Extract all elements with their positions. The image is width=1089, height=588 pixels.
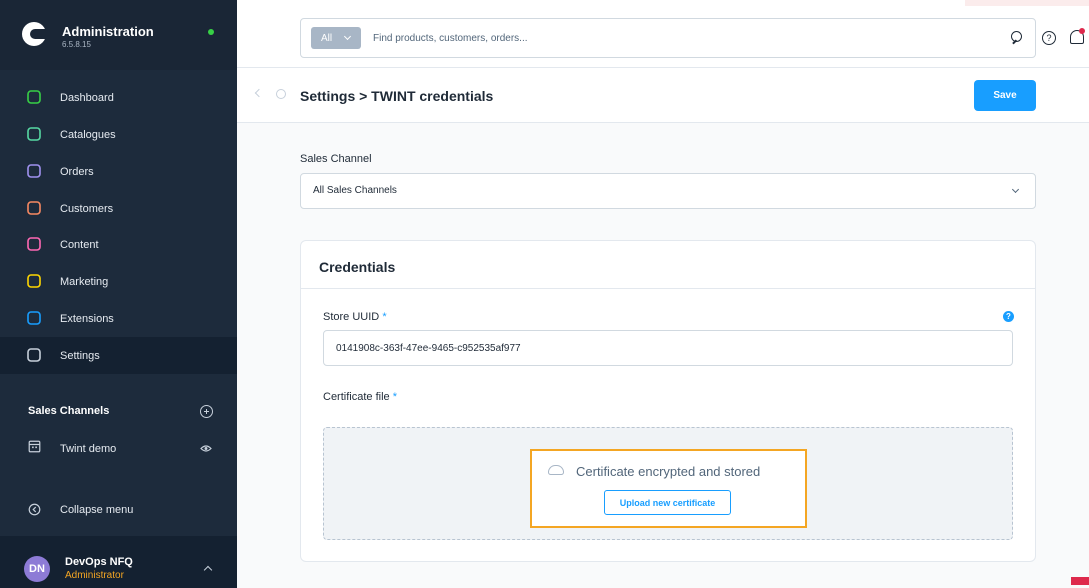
required-mark: * bbox=[392, 391, 397, 403]
sales-channel-label: Sales Channel bbox=[300, 153, 372, 165]
brand-title: Administration bbox=[62, 24, 154, 39]
store-uuid-field[interactable] bbox=[323, 330, 1013, 366]
search-scope-dropdown[interactable]: All bbox=[311, 27, 361, 49]
content-icon bbox=[27, 237, 41, 251]
sidebar-item-label: Content bbox=[60, 238, 99, 251]
corner-badge bbox=[1071, 577, 1089, 585]
settings-icon bbox=[27, 348, 41, 362]
marketing-icon bbox=[27, 274, 41, 288]
help-tooltip-icon[interactable]: ? bbox=[1003, 311, 1014, 322]
user-name: DevOps NFQ bbox=[65, 556, 133, 568]
avatar[interactable]: DN bbox=[24, 556, 50, 582]
add-sales-channel-icon[interactable] bbox=[200, 405, 213, 418]
card-header: Credentials bbox=[301, 241, 1035, 289]
shopware-logo-icon[interactable] bbox=[22, 22, 46, 46]
sidebar-item-dashboard[interactable]: Dashboard bbox=[0, 79, 237, 116]
catalogues-icon bbox=[27, 127, 41, 141]
top-notice-strip bbox=[965, 0, 1089, 6]
orders-icon bbox=[27, 164, 41, 178]
sales-channels-title: Sales Channels bbox=[28, 405, 110, 417]
sidebar-item-label: Marketing bbox=[60, 275, 109, 288]
sidebar-item-label: Customers bbox=[60, 202, 114, 215]
sales-channel-value: All Sales Channels bbox=[313, 185, 397, 196]
sidebar-item-marketing[interactable]: Marketing bbox=[0, 263, 237, 300]
card-title: Credentials bbox=[319, 259, 396, 275]
customers-icon bbox=[27, 201, 41, 215]
user-role: Administrator bbox=[65, 570, 124, 581]
help-icon[interactable]: ? bbox=[1042, 31, 1056, 45]
sidebar-item-label: Orders bbox=[60, 165, 94, 178]
sales-channel-label: Twint demo bbox=[60, 442, 117, 455]
extensions-icon bbox=[27, 311, 41, 325]
sidebar-item-customers[interactable]: Customers bbox=[0, 190, 237, 227]
global-search[interactable]: All bbox=[300, 18, 1036, 58]
notification-dot-icon bbox=[1079, 28, 1085, 34]
brand-version: 6.5.8.15 bbox=[62, 40, 91, 49]
collapse-menu-label: Collapse menu bbox=[60, 504, 134, 516]
sidebar-item-label: Dashboard bbox=[60, 91, 114, 104]
storefront-icon bbox=[28, 440, 41, 453]
store-uuid-label-text: Store UUID bbox=[323, 311, 380, 323]
search-icon[interactable] bbox=[1011, 31, 1022, 42]
upload-new-certificate-button[interactable]: Upload new certificate bbox=[604, 490, 731, 515]
sales-channel-select[interactable]: All Sales Channels bbox=[300, 173, 1036, 209]
required-mark: * bbox=[382, 311, 387, 323]
chevron-down-icon bbox=[1011, 185, 1020, 194]
sidebar-item-catalogues[interactable]: Catalogues bbox=[0, 116, 237, 153]
search-scope-label: All bbox=[321, 32, 333, 44]
sidebar-item-extensions[interactable]: Extensions bbox=[0, 300, 237, 337]
certificate-status: Certificate encrypted and stored bbox=[576, 464, 761, 479]
page-title: Settings > TWINT credentials bbox=[300, 88, 494, 104]
certificate-status-box bbox=[530, 449, 807, 528]
sidebar-item-content[interactable]: Content bbox=[0, 226, 237, 263]
gear-icon bbox=[276, 89, 286, 99]
dashboard-icon bbox=[27, 90, 41, 104]
sales-channel-item-twint-demo[interactable]: Twint demo bbox=[0, 430, 237, 467]
search-input[interactable] bbox=[373, 27, 993, 49]
brand-header: Administration 6.5.8.15 bbox=[0, 0, 237, 70]
collapse-icon bbox=[28, 503, 41, 516]
cloud-upload-icon bbox=[548, 465, 564, 475]
sidebar-item-label: Catalogues bbox=[60, 128, 116, 141]
sidebar-item-settings[interactable]: Settings bbox=[0, 337, 237, 374]
eye-icon[interactable] bbox=[200, 444, 212, 453]
certificate-file-label-text: Certificate file bbox=[323, 391, 390, 403]
certificate-file-label: Certificate file * bbox=[323, 391, 397, 403]
sidebar-item-label: Settings bbox=[60, 349, 100, 362]
sidebar-item-label: Extensions bbox=[60, 312, 114, 325]
save-button[interactable]: Save bbox=[974, 80, 1036, 111]
chevron-down-icon bbox=[343, 32, 352, 41]
status-dot-icon bbox=[208, 29, 214, 35]
sidebar-item-orders[interactable]: Orders bbox=[0, 153, 237, 190]
store-uuid-label: Store UUID * bbox=[323, 311, 387, 323]
collapse-menu-button[interactable]: Collapse menu bbox=[0, 495, 237, 525]
